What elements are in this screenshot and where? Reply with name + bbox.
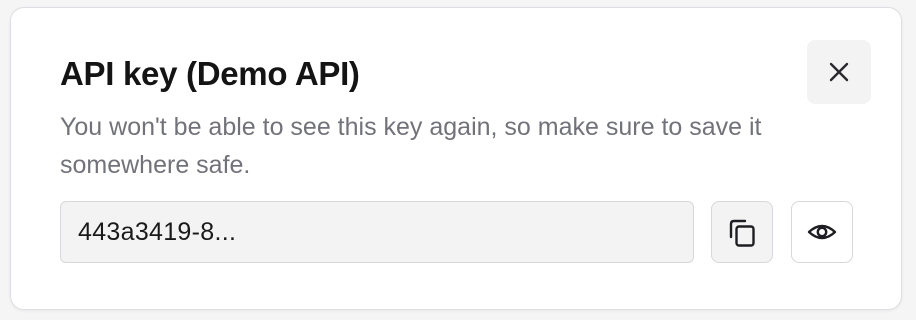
- copy-icon: [725, 215, 759, 249]
- copy-button[interactable]: [711, 201, 773, 263]
- api-key-dialog: API key (Demo API) You won't be able to …: [10, 7, 902, 310]
- dialog-title: API key (Demo API): [60, 55, 360, 92]
- reveal-key-button[interactable]: [791, 201, 853, 263]
- close-button[interactable]: [807, 40, 871, 104]
- close-icon: [828, 61, 850, 83]
- api-key-field[interactable]: 443a3419-8...: [60, 201, 694, 263]
- dialog-description: You won't be able to see this key again,…: [60, 113, 762, 179]
- eye-icon: [806, 216, 838, 248]
